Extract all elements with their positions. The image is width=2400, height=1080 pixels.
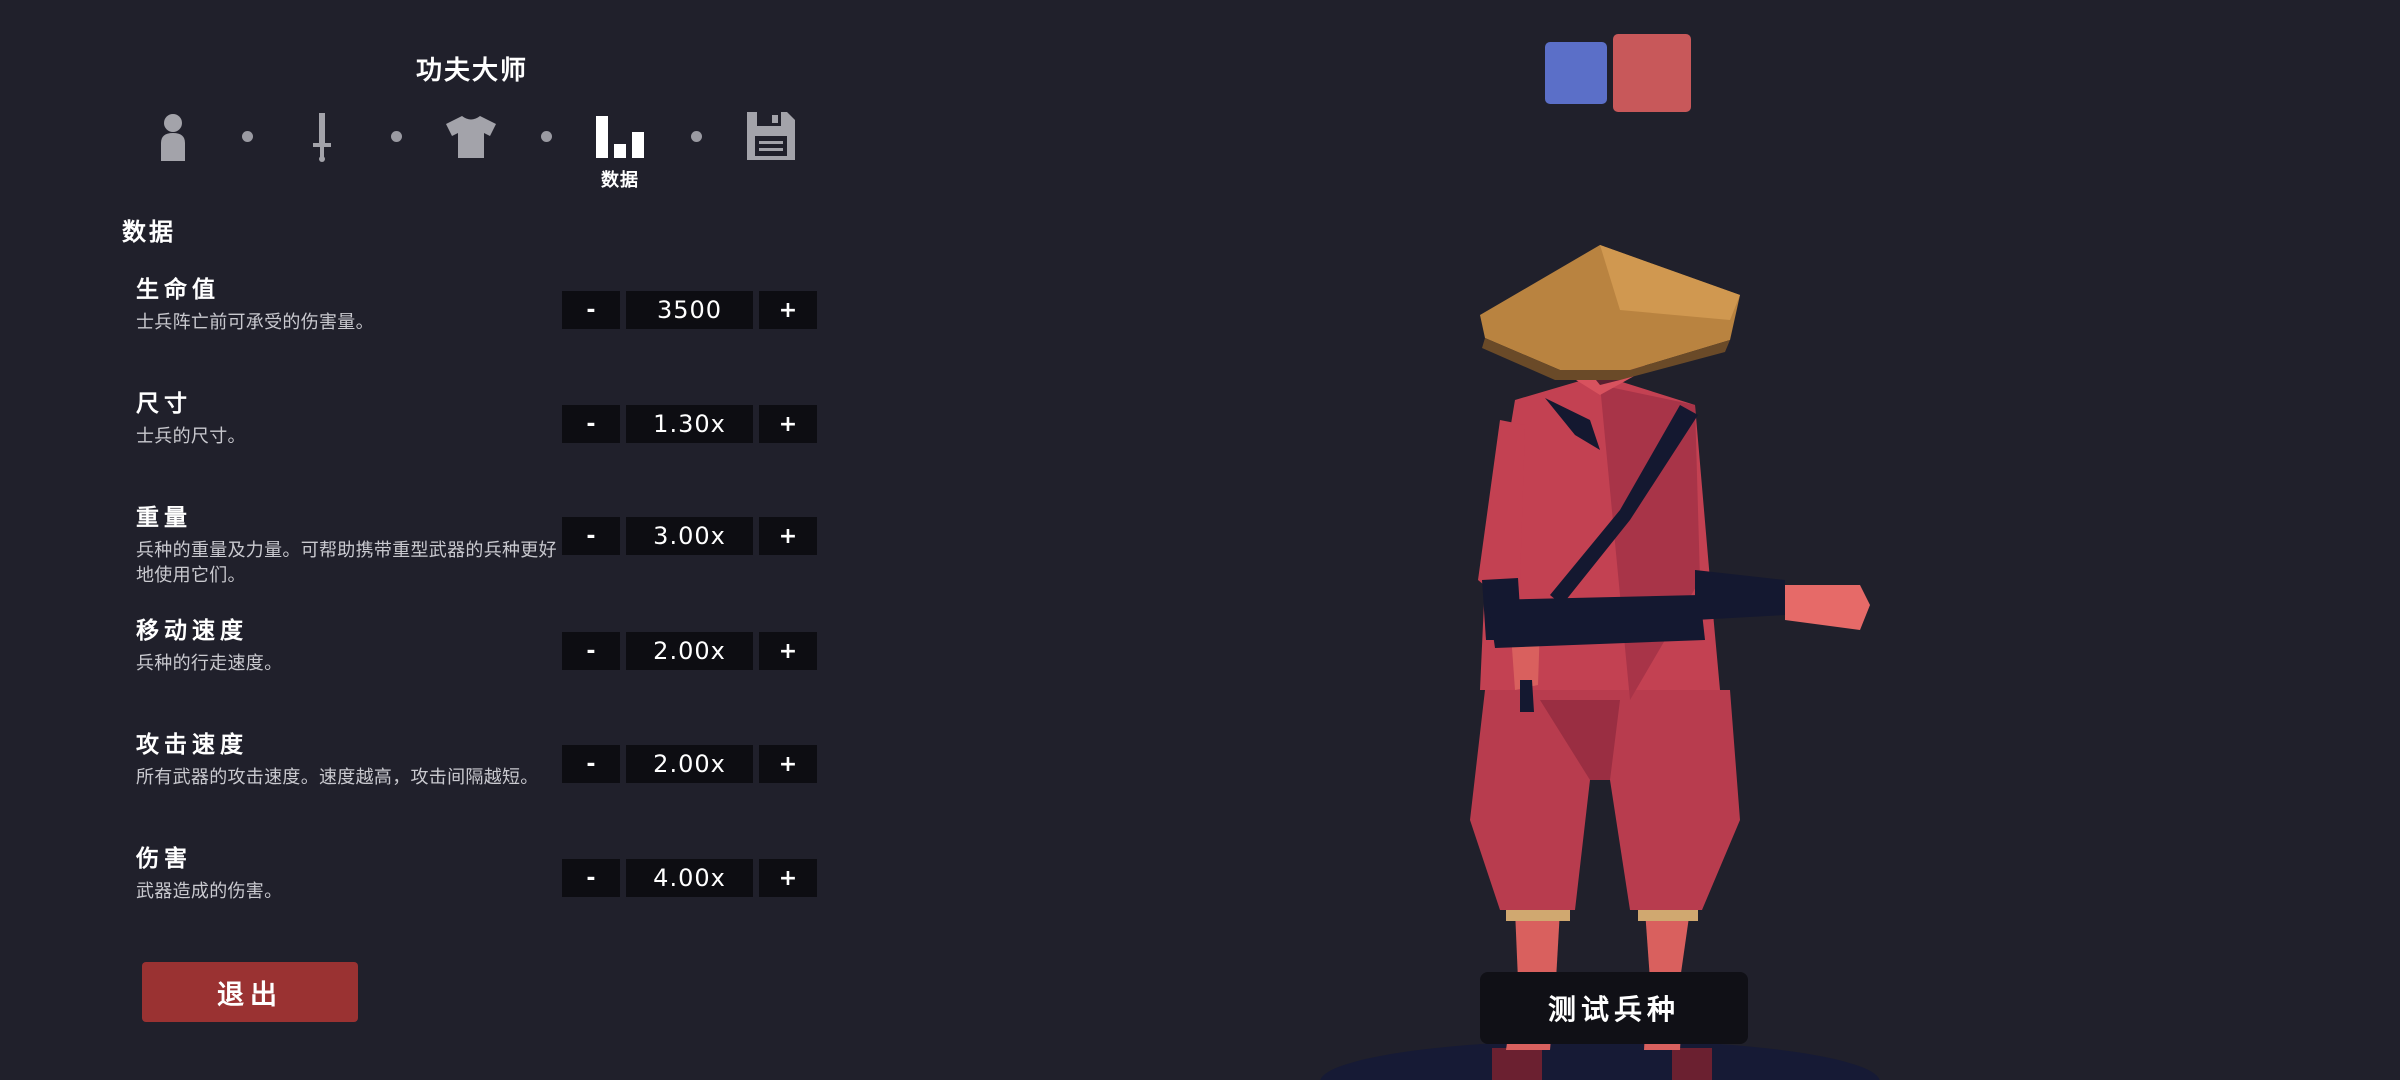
step-separator-dot — [691, 131, 702, 142]
stat-stepper: - 3500 + — [562, 291, 817, 329]
stat-row-health: 生命值 士兵阵亡前可承受的伤害量。 - 3500 + — [136, 270, 826, 370]
section-title: 数据 — [122, 218, 176, 246]
stat-row-damage: 伤害 武器造成的伤害。 - 4.00x + — [136, 839, 826, 939]
exit-button[interactable]: 退出 — [142, 962, 358, 1022]
stat-name: 移动速度 — [136, 618, 248, 644]
step-weapons[interactable] — [310, 111, 334, 163]
step-appearance[interactable] — [158, 113, 188, 161]
step-clothing[interactable] — [444, 114, 498, 158]
decrease-button[interactable]: - — [562, 632, 620, 670]
decrease-button[interactable]: - — [562, 517, 620, 555]
stat-name: 重量 — [136, 505, 192, 531]
stat-description: 士兵阵亡前可承受的伤害量。 — [136, 312, 374, 333]
team-color-red-swatch[interactable] — [1613, 34, 1691, 112]
increase-button[interactable]: + — [759, 859, 817, 897]
increase-button[interactable]: + — [759, 291, 817, 329]
stat-row-weight: 重量 兵种的重量及力量。可帮助携带重型武器的兵种更好地使用它们。 - 3.00x… — [136, 498, 826, 598]
stat-description: 兵种的重量及力量。可帮助携带重型武器的兵种更好地使用它们。 — [136, 540, 557, 586]
decrease-button[interactable]: - — [562, 859, 620, 897]
team-color-blue-swatch[interactable] — [1545, 42, 1607, 104]
decrease-button[interactable]: - — [562, 745, 620, 783]
ground-platform — [1320, 1040, 1880, 1080]
increase-button[interactable]: + — [759, 632, 817, 670]
stat-row-size: 尺寸 士兵的尺寸。 - 1.30x + — [136, 384, 826, 484]
bar-chart-icon — [596, 116, 644, 158]
save-icon — [747, 112, 795, 160]
stat-name: 伤害 — [136, 846, 192, 872]
step-separator-dot — [541, 131, 552, 142]
stat-stepper: - 2.00x + — [562, 745, 817, 783]
stat-name: 生命值 — [136, 277, 220, 303]
step-stats-label: 数据 — [601, 170, 639, 191]
step-separator-dot — [391, 131, 402, 142]
decrease-button[interactable]: - — [562, 291, 620, 329]
decrease-button[interactable]: - — [562, 405, 620, 443]
step-stats[interactable]: 数据 — [593, 114, 647, 192]
increase-button[interactable]: + — [759, 517, 817, 555]
unit-model — [1470, 245, 1870, 1080]
stat-row-attack-speed: 攻击速度 所有武器的攻击速度。速度越高，攻击间隔越短。 - 2.00x + — [136, 725, 826, 825]
increase-button[interactable]: + — [759, 745, 817, 783]
stat-description: 武器造成的伤害。 — [136, 881, 283, 902]
test-unit-button[interactable]: 测试兵种 — [1480, 972, 1748, 1044]
unit-preview-figure — [1320, 245, 1880, 1080]
stat-name: 攻击速度 — [136, 732, 248, 758]
increase-button[interactable]: + — [759, 405, 817, 443]
stat-stepper: - 2.00x + — [562, 632, 817, 670]
stat-value: 2.00x — [626, 632, 753, 670]
step-separator-dot — [242, 131, 253, 142]
stat-description: 兵种的行走速度。 — [136, 653, 283, 674]
sword-icon — [313, 113, 331, 162]
person-icon — [161, 114, 185, 161]
step-save[interactable] — [745, 110, 797, 162]
stat-value: 2.00x — [626, 745, 753, 783]
stat-stepper: - 3.00x + — [562, 517, 817, 555]
stat-description: 士兵的尺寸。 — [136, 426, 246, 447]
stat-stepper: - 4.00x + — [562, 859, 817, 897]
stat-value: 3500 — [626, 291, 753, 329]
stat-value: 1.30x — [626, 405, 753, 443]
unit-creator-screen: 功夫大师 数据 数据 生命值 士兵阵亡前可承受的伤害量。 - 3500 + 尺寸… — [0, 0, 2400, 1080]
shirt-icon — [446, 116, 496, 158]
stat-value: 4.00x — [626, 859, 753, 897]
stat-name: 尺寸 — [136, 391, 192, 417]
unit-title: 功夫大师 — [415, 56, 528, 86]
stat-description: 所有武器的攻击速度。速度越高，攻击间隔越短。 — [136, 767, 539, 788]
stat-stepper: - 1.30x + — [562, 405, 817, 443]
stat-row-move-speed: 移动速度 兵种的行走速度。 - 2.00x + — [136, 611, 826, 711]
stat-value: 3.00x — [626, 517, 753, 555]
